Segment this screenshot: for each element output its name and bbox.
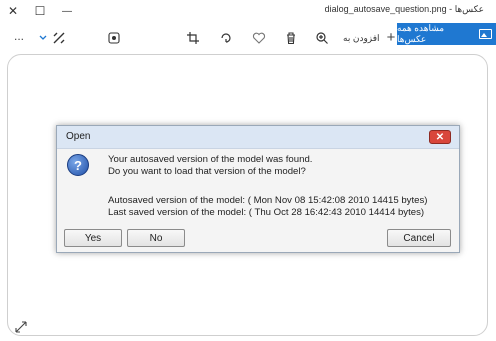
- delete-icon[interactable]: [281, 27, 301, 49]
- dialog-message-line1: Your autosaved version of the model was …: [108, 154, 313, 165]
- see-all-photos-label: مشاهده همه عکس‌ها: [397, 23, 445, 44]
- edit-icon[interactable]: [49, 27, 69, 49]
- open-dialog: Open ✕ ? Your autosaved version of the m…: [56, 125, 460, 253]
- chevron-down-icon[interactable]: [37, 27, 49, 49]
- no-button[interactable]: No: [127, 229, 185, 247]
- maximize-icon[interactable]: ☐: [29, 0, 51, 22]
- dialog-message-line2: Do you want to load that version of the …: [108, 166, 306, 177]
- add-to-label[interactable]: افزودن به: [343, 33, 380, 44]
- window-title: dialog_autosave_question.png - عکس‌ها: [324, 4, 484, 14]
- autosaved-version-info: Autosaved version of the model: ( Mon No…: [108, 195, 428, 206]
- sun-icon[interactable]: [104, 27, 124, 49]
- close-icon[interactable]: ✕: [2, 0, 24, 22]
- last-saved-version-info: Last saved version of the model: ( Thu O…: [108, 207, 425, 218]
- window-title-bar: ✕ ☐ — dialog_autosave_question.png - عکس…: [0, 0, 496, 23]
- dialog-title: Open: [66, 131, 91, 142]
- question-icon: ?: [67, 154, 89, 176]
- dialog-close-icon[interactable]: ✕: [429, 130, 451, 144]
- cancel-button[interactable]: Cancel: [387, 229, 451, 247]
- dialog-title-bar: Open ✕: [57, 126, 459, 149]
- photos-icon: [479, 29, 492, 39]
- crop-icon[interactable]: [183, 27, 203, 49]
- resize-icon[interactable]: [14, 320, 28, 337]
- zoom-icon[interactable]: [312, 27, 332, 49]
- heart-icon[interactable]: [249, 27, 269, 49]
- more-icon[interactable]: ...: [8, 25, 30, 47]
- yes-button[interactable]: Yes: [64, 229, 122, 247]
- minimize-icon[interactable]: —: [56, 0, 78, 22]
- see-all-photos-button[interactable]: مشاهده همه عکس‌ها: [397, 23, 496, 45]
- plus-icon[interactable]: +: [384, 26, 398, 48]
- rotate-icon[interactable]: [216, 27, 236, 49]
